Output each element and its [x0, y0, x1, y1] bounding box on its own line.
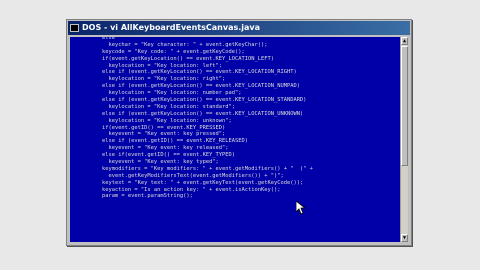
code-line: keyevent = "Key event: key typed"; — [76, 159, 219, 166]
code-line: keyevent = "Key event: key released"; — [76, 145, 229, 152]
code-line: else if (event.getKeyLocation() == event… — [76, 83, 300, 90]
code-line: else if(event.getID() == event.KEY_TYPED… — [76, 152, 236, 159]
console-area[interactable]: else keychar = "Key character: " + event… — [70, 37, 401, 242]
code-line: keylocation = "Key location: right"; — [76, 76, 226, 83]
window-title: DOS - vi AllKeyboardEventsCanvas.java — [82, 23, 261, 32]
code-line: keyaction = "Is an action key: " + event… — [76, 186, 281, 193]
window-titlebar[interactable]: DOS - vi AllKeyboardEventsCanvas.java — [68, 21, 410, 35]
scroll-up-arrow-icon[interactable]: ▲ — [401, 37, 408, 45]
source-code-listing: else keychar = "Key character: " + event… — [70, 37, 401, 235]
code-line: param = event.paramString(); — [76, 193, 193, 200]
code-line: keyevent = "Key event: key pressed"; — [76, 131, 226, 138]
mouse-pointer-icon — [296, 201, 306, 215]
code-line: if(event.getID() == event.KEY_PRESSED) — [76, 124, 226, 131]
desktop: { "window": { "title": "DOS - vi AllKeyb… — [0, 0, 480, 270]
code-line: event.getKeyModifiersText(event.getModif… — [76, 172, 284, 179]
code-line: keylocation = "Key location: standard"; — [76, 103, 236, 110]
dos-console-icon[interactable] — [70, 24, 79, 32]
code-line: else if (event.getKeyLocation() == event… — [76, 69, 297, 76]
code-line: keycode = "Key code: " + event.getKeyCod… — [76, 48, 245, 55]
code-line: if(event.getKeyLocation() == event.KEY_L… — [76, 55, 274, 62]
vertical-scrollbar[interactable]: ▲ ▼ — [400, 37, 408, 242]
code-line: keylocation = "Key location: number pad"… — [76, 90, 242, 97]
code-line: keylocation = "Key location: left"; — [76, 62, 223, 69]
code-line: keylocation = "Key location: unknown"; — [76, 117, 232, 124]
code-line: keymodifiers = "Key modifiers: " + event… — [76, 165, 313, 172]
code-line: else if (event.getKeyLocation() == event… — [76, 110, 304, 117]
scroll-down-arrow-icon[interactable]: ▼ — [401, 234, 408, 242]
code-line: keytext = "Key text: " + event.getKeyTex… — [76, 179, 304, 186]
code-line: keychar = "Key character: " + event.getK… — [76, 41, 268, 48]
dos-window[interactable]: DOS - vi AllKeyboardEventsCanvas.java el… — [66, 19, 412, 246]
code-line: else if (event.getKeyLocation() == event… — [76, 97, 307, 104]
scrollbar-thumb[interactable] — [401, 46, 408, 166]
code-line: else if (event.getID() == event.KEY_RELE… — [76, 138, 249, 145]
